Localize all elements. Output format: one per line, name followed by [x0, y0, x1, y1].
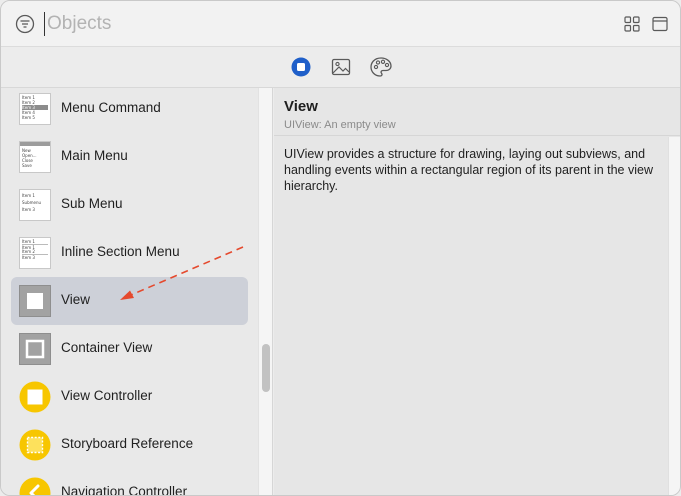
list-scrollbar[interactable] [258, 88, 273, 495]
list-item-view[interactable]: View [11, 277, 248, 325]
palette-segment-icon[interactable] [369, 56, 393, 78]
detail-scrollbar[interactable] [668, 137, 680, 495]
list-item-label: View [61, 292, 91, 307]
menu-command-thumbnail: Item 1 Item 2 Item 3 Item 4 Item 5 [19, 93, 51, 125]
search-bar [1, 1, 680, 47]
detail-title: View [284, 98, 318, 115]
detail-header: View UIView: An empty view [274, 88, 680, 136]
list-item-label: View Controller [61, 388, 153, 403]
list-item-navigation-controller[interactable]: Navigation Controller [11, 469, 248, 496]
list-item-label: Navigation Controller [61, 484, 188, 496]
list-item-inline-section-menu[interactable]: Item 1 Item 1 Item 2 Item 3 Inline Secti… [11, 229, 248, 277]
menu-bar-strip [20, 142, 50, 146]
library-segment-bar [1, 47, 680, 88]
filter-icon[interactable] [15, 14, 35, 34]
detail-description: UIView provides a structure for drawing,… [284, 147, 653, 193]
list-scrollbar-thumb[interactable] [262, 344, 270, 392]
thumb-row: Item 3 [22, 207, 35, 212]
list-item-menu-command[interactable]: Item 1 Item 2 Item 3 Item 4 Item 5 Menu … [11, 88, 248, 133]
window-layout-icon[interactable] [652, 16, 668, 32]
thumb-row: Item 1 [22, 193, 35, 198]
navigation-controller-icon [19, 477, 51, 495]
search-input[interactable] [47, 9, 567, 39]
main-menu-thumbnail: New Open... Close Save [19, 141, 51, 173]
list-item-storyboard-reference[interactable]: Storyboard Reference [11, 421, 248, 469]
container-view-icon [19, 333, 51, 365]
thumb-row: Item 3 [22, 254, 48, 260]
detail-subtitle: UIView: An empty view [284, 119, 396, 131]
list-item-label: Container View [61, 340, 153, 355]
storyboard-reference-icon [19, 429, 51, 461]
list-item-container-view[interactable]: Container View [11, 325, 248, 373]
view-square-icon [19, 285, 51, 317]
thumb-row: Save [22, 163, 32, 168]
thumb-row: Submenu [22, 200, 42, 205]
sub-menu-thumbnail: Item 1 Submenu Item 3 [19, 189, 51, 221]
media-segment-icon[interactable] [331, 57, 351, 77]
list-item-label: Storyboard Reference [61, 436, 194, 451]
list-item-label: Sub Menu [61, 196, 123, 211]
text-caret [44, 12, 45, 36]
list-item-sub-menu[interactable]: Item 1 Submenu Item 3 Sub Menu [11, 181, 248, 229]
view-controller-icon [19, 381, 51, 413]
object-list[interactable]: Item 1 Item 2 Item 3 Item 4 Item 5 Menu … [1, 88, 258, 496]
objects-segment-icon[interactable] [291, 57, 311, 77]
list-item-view-controller[interactable]: View Controller [11, 373, 248, 421]
detail-pane: View UIView: An empty view UIView provid… [274, 88, 680, 495]
thumb-row: Item 5 [22, 115, 35, 120]
list-item-label: Inline Section Menu [61, 244, 180, 259]
object-library-window: Item 1 Item 2 Item 3 Item 4 Item 5 Menu … [0, 0, 681, 496]
list-item-label: Menu Command [61, 100, 161, 115]
list-item-label: Main Menu [61, 148, 128, 163]
list-item-main-menu[interactable]: New Open... Close Save Main Menu [11, 133, 248, 181]
grid-view-icon[interactable] [624, 16, 640, 32]
inline-section-menu-thumbnail: Item 1 Item 1 Item 2 Item 3 [19, 237, 51, 269]
